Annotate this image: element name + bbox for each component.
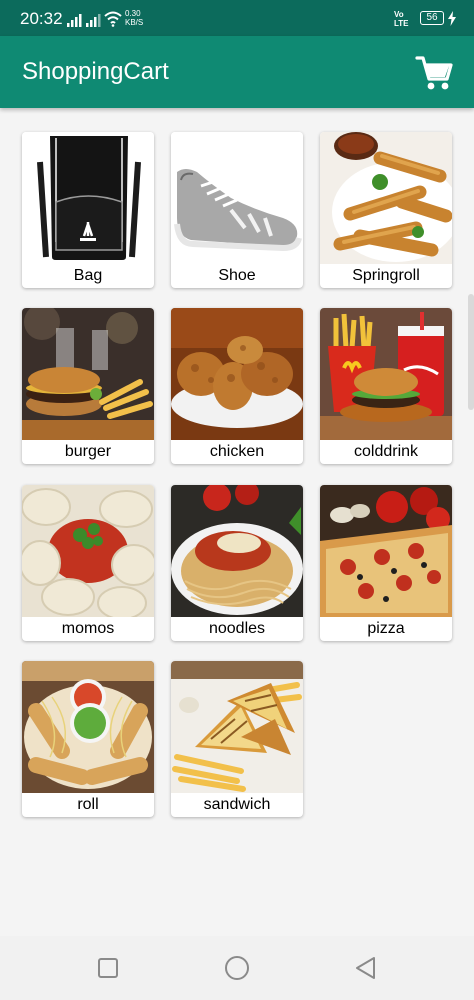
product-card-roll[interactable]: roll: [22, 661, 154, 817]
product-card-shoe[interactable]: Shoe: [171, 132, 303, 288]
app-bar: ShoppingCart: [0, 36, 474, 108]
charging-icon: [448, 11, 456, 26]
recent-apps-button[interactable]: [94, 954, 122, 982]
signal-icon: [67, 14, 82, 27]
system-nav-bar: [0, 936, 474, 1000]
home-button[interactable]: [223, 954, 251, 982]
app-title: ShoppingCart: [22, 58, 169, 85]
wifi-icon: [104, 11, 122, 27]
cart-button[interactable]: [414, 54, 454, 92]
product-label: sandwich: [203, 796, 271, 813]
product-label: burger: [64, 443, 112, 460]
network-speed: 0.30 KB/S: [125, 9, 143, 27]
springroll-image: [320, 132, 452, 264]
product-label: Springroll: [352, 267, 420, 284]
product-label: colddrink: [353, 443, 419, 460]
square-icon: [98, 958, 118, 978]
volte-indicator: Vo LTE: [394, 10, 409, 28]
product-card-sandwich[interactable]: sandwich: [171, 661, 303, 817]
triangle-back-icon: [356, 957, 375, 979]
volte-top: Vo: [394, 10, 404, 19]
roll-image: [22, 661, 154, 793]
volte-bottom: LTE: [394, 19, 409, 28]
burger-image: [22, 308, 154, 440]
product-card-burger[interactable]: burger: [22, 308, 154, 464]
noodles-image: [171, 485, 303, 617]
scroll-indicator[interactable]: [468, 294, 474, 410]
colddrink-image: [320, 308, 452, 440]
product-label: pizza: [367, 620, 405, 637]
product-label: roll: [77, 796, 99, 813]
product-card-pizza[interactable]: pizza: [320, 485, 452, 641]
product-card-bag[interactable]: Bag: [22, 132, 154, 288]
bag-image: [22, 132, 154, 264]
product-label: Shoe: [218, 267, 256, 284]
back-button[interactable]: [352, 954, 380, 982]
pizza-image: [320, 485, 452, 617]
product-label: momos: [61, 620, 115, 637]
status-time: 20:32: [20, 9, 63, 28]
network-speed-value: 0.30: [125, 9, 141, 18]
shoe-image: [171, 132, 303, 264]
product-card-springroll[interactable]: Springroll: [320, 132, 452, 288]
product-card-chicken[interactable]: chicken: [171, 308, 303, 464]
product-label: noodles: [208, 620, 266, 637]
sandwich-image: [171, 661, 303, 793]
shopping-cart-icon: [415, 56, 453, 90]
product-card-noodles[interactable]: noodles: [171, 485, 303, 641]
circle-icon: [225, 956, 249, 980]
chicken-image: [171, 308, 303, 440]
product-card-colddrink[interactable]: colddrink: [320, 308, 452, 464]
product-label: chicken: [209, 443, 265, 460]
product-label: Bag: [73, 267, 103, 284]
momos-image: [22, 485, 154, 617]
signal-icon: [86, 14, 101, 27]
network-speed-unit: KB/S: [125, 18, 144, 27]
battery-level: 56: [420, 11, 444, 25]
product-card-momos[interactable]: momos: [22, 485, 154, 641]
status-bar: 20:32 0.30 KB/S Vo LTE 56: [0, 0, 474, 36]
